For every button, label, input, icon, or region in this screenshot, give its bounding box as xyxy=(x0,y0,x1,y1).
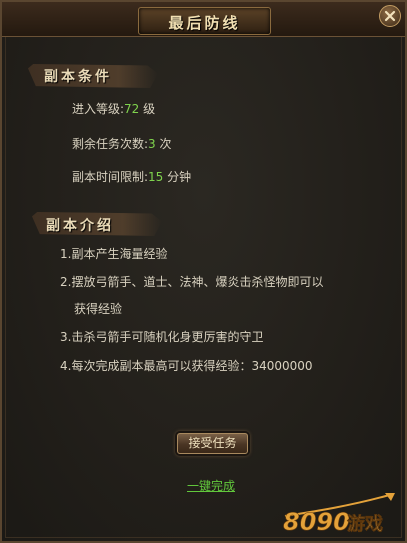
intro-item-3: 3.击杀弓箭手可随机化身更厉害的守卫 xyxy=(60,330,264,344)
close-icon xyxy=(384,10,396,22)
remaining-count-value: 3 xyxy=(148,137,156,151)
intro-item-1: 1.副本产生海量经验 xyxy=(60,247,168,261)
remaining-count-unit: 次 xyxy=(155,137,172,151)
dialog-title: 最后防线 xyxy=(168,14,241,32)
svg-text:8090: 8090 xyxy=(283,508,350,536)
title-plaque: 最后防线 xyxy=(138,7,271,35)
time-limit-value: 15 xyxy=(148,170,164,184)
entry-level-unit: 级 xyxy=(139,102,156,116)
one-click-complete-link[interactable]: 一键完成 xyxy=(187,477,235,494)
remaining-count-row: 剩余任务次数:3 次 xyxy=(72,135,172,152)
intro-item-2: 2.摆放弓箭手、道士、法神、爆炎击杀怪物即可以 xyxy=(60,275,324,289)
intro-heading: 副本介绍 xyxy=(46,218,114,234)
entry-level-label: 进入等级: xyxy=(72,102,125,116)
entry-level-row: 进入等级:72 级 xyxy=(72,100,155,117)
entry-level-value: 72 xyxy=(124,102,140,116)
close-button[interactable] xyxy=(379,5,401,27)
conditions-heading: 副本条件 xyxy=(44,69,112,85)
time-limit-row: 副本时间限制:15 分钟 xyxy=(72,168,191,185)
dungeon-dialog: 最后防线 副本条件 进入等级:72 级 剩余任务次数:3 次 副本时间限制:15… xyxy=(0,0,407,543)
time-limit-label: 副本时间限制: xyxy=(72,170,149,184)
intro-item-2-cont: 获得经验 xyxy=(74,302,123,316)
remaining-count-label: 剩余任务次数: xyxy=(72,137,149,151)
watermark-text: 游戏 xyxy=(347,513,383,535)
site-watermark-logo: 8090 游戏 xyxy=(281,490,401,538)
accept-task-button[interactable]: 接受任务 xyxy=(177,433,248,454)
time-limit-unit: 分钟 xyxy=(163,170,192,184)
title-bar: 最后防线 xyxy=(2,2,405,37)
intro-item-4: 4.每次完成副本最高可以获得经验：34000000 xyxy=(60,359,313,373)
